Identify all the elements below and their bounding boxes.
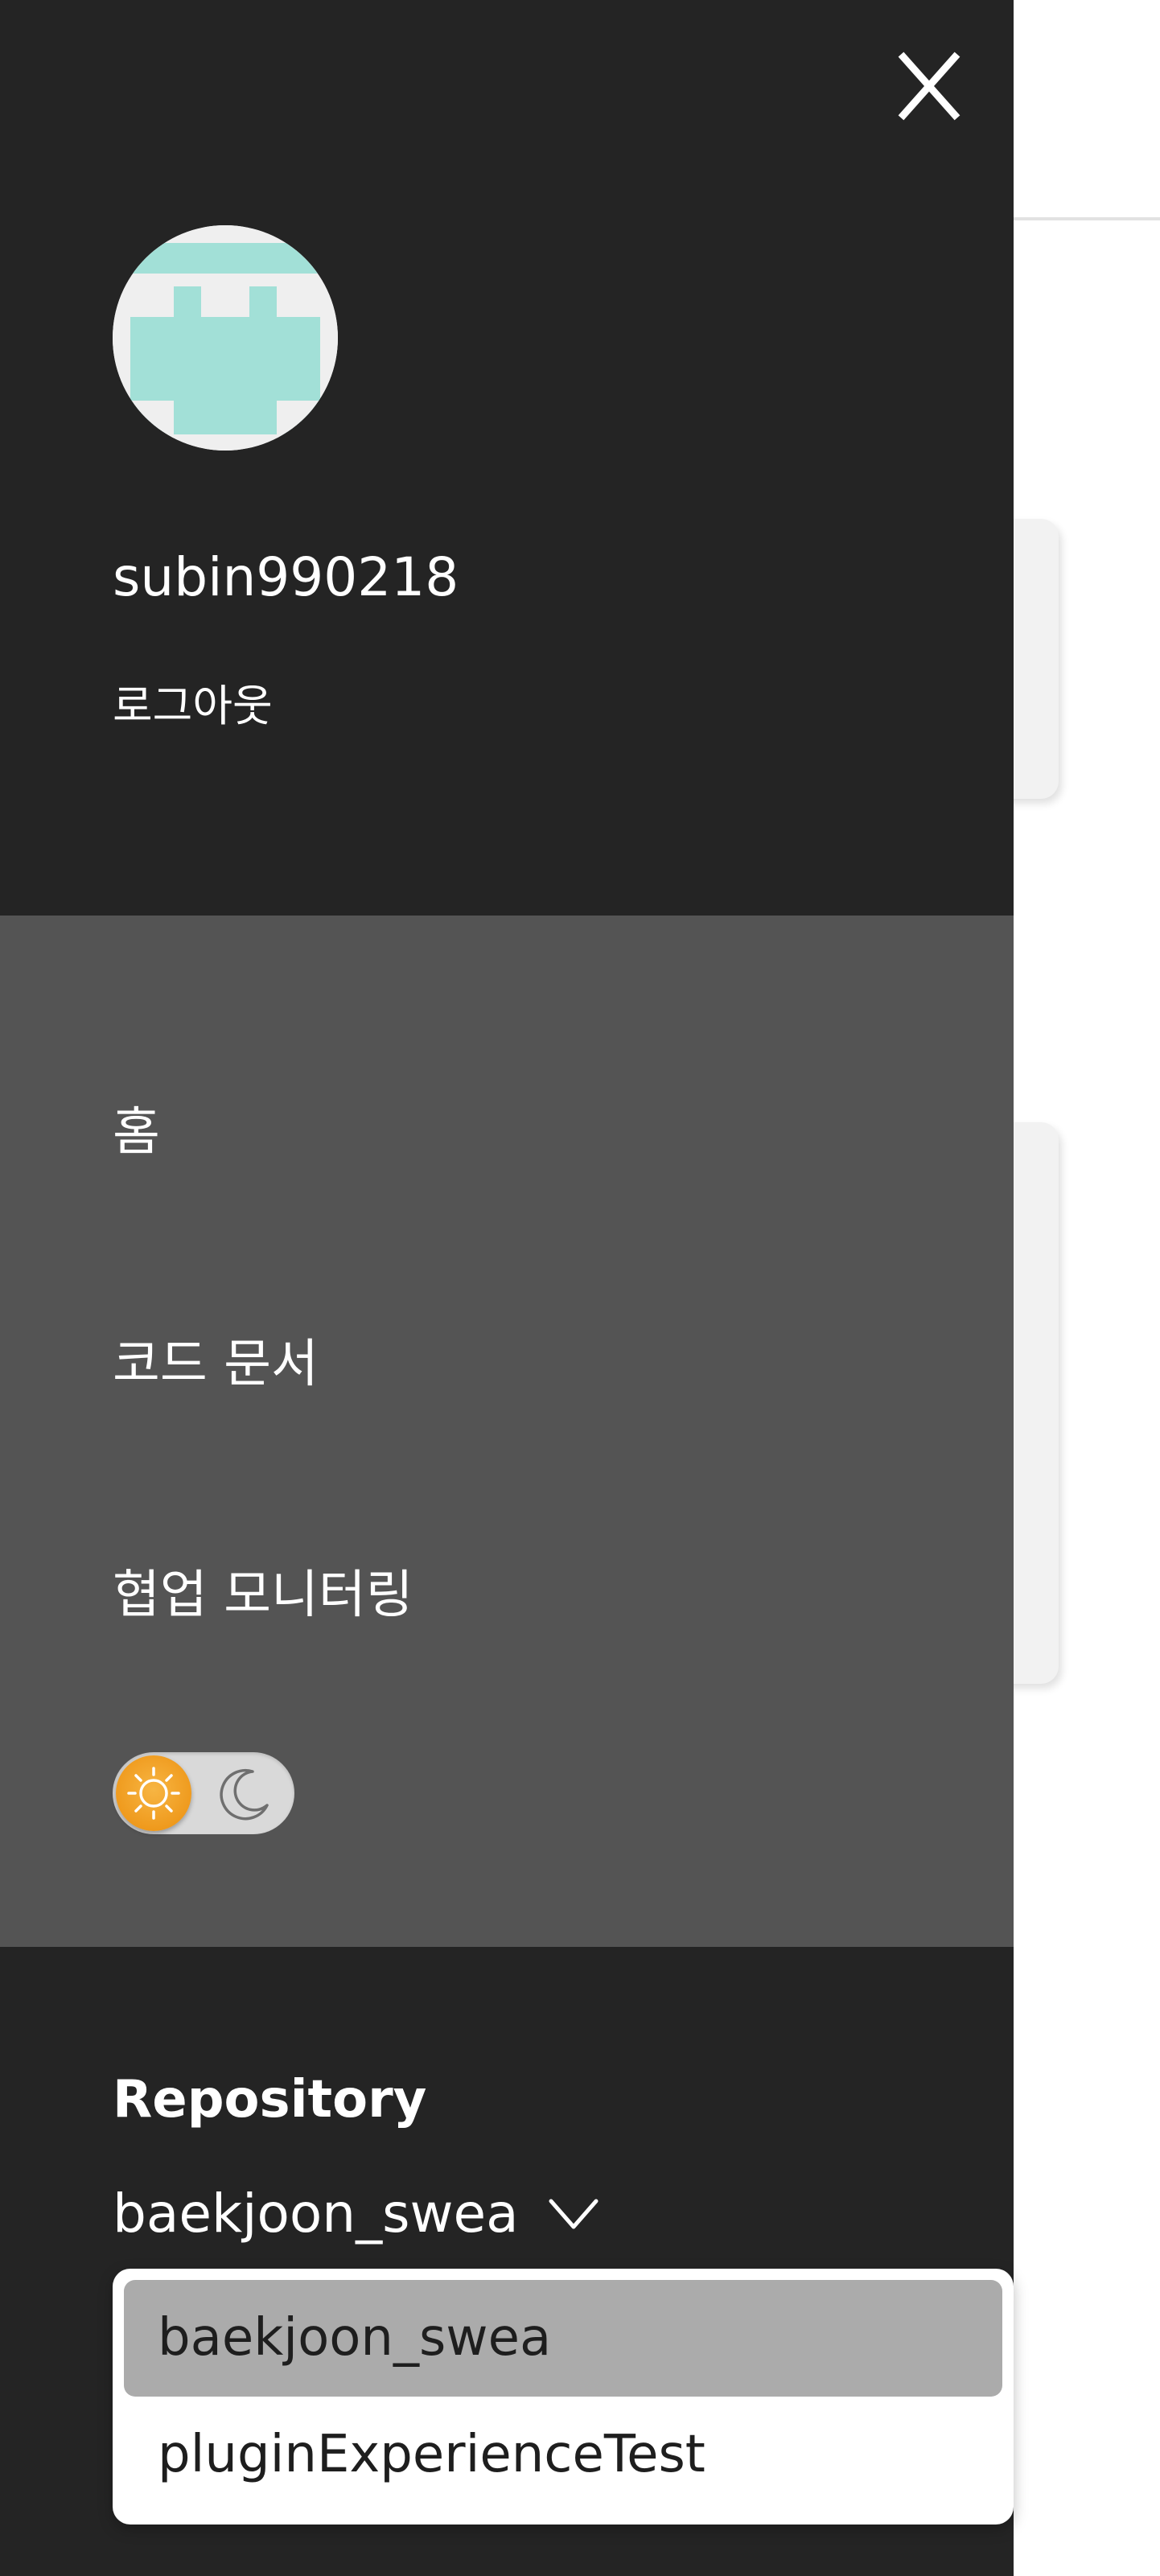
nav-item-collab-monitoring[interactable]: 협업 모니터링 <box>113 1555 413 1636</box>
sun-icon <box>116 1755 191 1831</box>
identicon-avatar-icon <box>113 225 338 451</box>
chevron-down-icon <box>548 2198 599 2230</box>
repository-select[interactable]: baekjoon_swea <box>113 2174 599 2254</box>
repository-selected-value: baekjoon_swea <box>113 2183 519 2245</box>
username: subin990218 <box>113 546 459 608</box>
moon-icon <box>216 1765 274 1823</box>
repository-option-plugin-experience-test[interactable]: pluginExperienceTest <box>124 2397 1002 2513</box>
logout-link[interactable]: 로그아웃 <box>113 674 273 739</box>
repository-option-baekjoon-swea[interactable]: baekjoon_swea <box>124 2280 1002 2397</box>
header-divider <box>1014 217 1160 220</box>
close-icon[interactable] <box>889 50 969 122</box>
side-drawer: subin990218 로그아웃 홈 코드 문서 협업 모니터링 Reposit… <box>0 0 1014 2576</box>
nav-item-code-docs[interactable]: 코드 문서 <box>113 1324 319 1405</box>
nav-item-home[interactable]: 홈 <box>113 1093 160 1173</box>
repository-dropdown: baekjoon_swea pluginExperienceTest <box>113 2269 1014 2525</box>
theme-toggle[interactable] <box>113 1752 294 1834</box>
repository-heading: Repository <box>113 2070 427 2130</box>
nav-menu: 홈 코드 문서 협업 모니터링 <box>0 916 1014 1947</box>
avatar <box>113 225 338 451</box>
